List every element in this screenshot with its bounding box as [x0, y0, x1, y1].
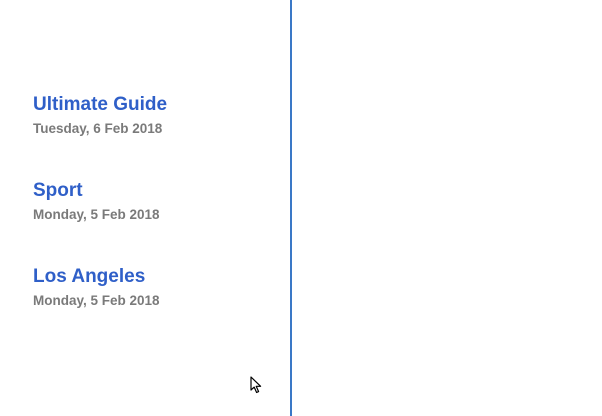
post-title-link[interactable]: Sport [33, 179, 160, 203]
post-date: Tuesday, 6 Feb 2018 [33, 121, 163, 136]
post-title-link[interactable]: Ultimate Guide [33, 93, 167, 117]
detail-pane [292, 0, 602, 416]
list-item: Ultimate Guide Tuesday, 6 Feb 2018 [33, 93, 167, 137]
post-date: Monday, 5 Feb 2018 [33, 293, 160, 308]
list-item: Los Angeles Monday, 5 Feb 2018 [33, 265, 160, 309]
mouse-pointer-icon [250, 376, 262, 394]
post-list: Ultimate Guide Tuesday, 6 Feb 2018 Sport… [0, 0, 290, 416]
post-title-link[interactable]: Los Angeles [33, 265, 160, 289]
post-date: Monday, 5 Feb 2018 [33, 207, 160, 222]
list-item: Sport Monday, 5 Feb 2018 [33, 179, 160, 223]
